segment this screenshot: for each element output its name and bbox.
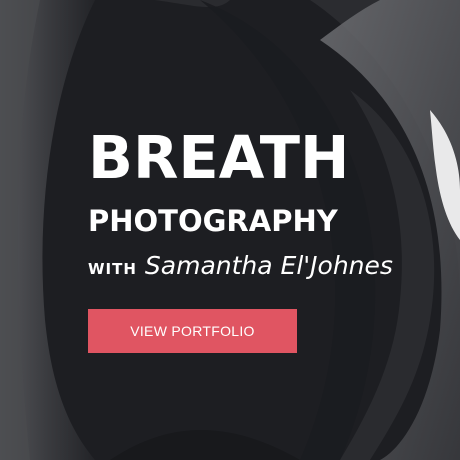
view-portfolio-button[interactable]: VIEW PORTFOLIO <box>88 309 297 353</box>
hero-text-block: BREATH PHOTOGRAPHY WITH Samantha El'Johne… <box>88 0 460 460</box>
hero-subtitle: PHOTOGRAPHY <box>88 204 338 238</box>
author-byline: WITH Samantha El'Johnes <box>88 251 393 280</box>
with-label: WITH <box>88 260 137 278</box>
hero-title: BREATH <box>88 123 350 192</box>
author-name: Samantha El'Johnes <box>144 251 393 280</box>
hero-banner: BREATH PHOTOGRAPHY WITH Samantha El'Johne… <box>0 0 460 460</box>
